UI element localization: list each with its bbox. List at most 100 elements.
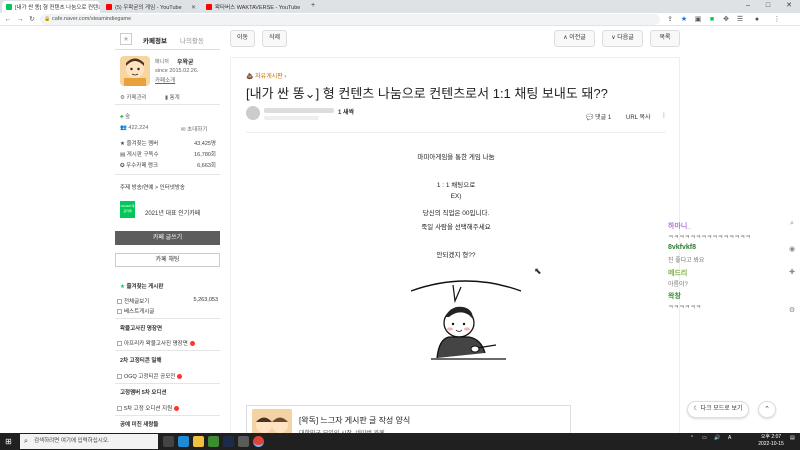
- maximize-button[interactable]: □: [758, 0, 778, 13]
- menu-best-posts[interactable]: 베스트게시글: [117, 307, 222, 315]
- comment-count: 댓글 1: [595, 115, 612, 121]
- taskbar-clock[interactable]: 오후 2:07 2022-10-15: [754, 434, 788, 448]
- sidebar-tabs: ★ 카페정보 나의활동: [115, 28, 220, 50]
- profile-avatar-icon[interactable]: ●: [752, 14, 762, 25]
- tab-cafe-article[interactable]: [내가 싼 똥] 형 컨텐츠 나눔으로 컨텐츠로서 ✕: [2, 1, 100, 13]
- favorite-star-icon[interactable]: ★: [120, 33, 132, 45]
- forward-icon[interactable]: →: [15, 14, 25, 25]
- reload-icon[interactable]: ↻: [27, 14, 37, 25]
- checkbox[interactable]: [117, 341, 122, 347]
- sidebar-settings-icon[interactable]: ⚙: [787, 306, 797, 314]
- menu-label: 베스트게시글: [124, 309, 155, 315]
- divider: [115, 350, 220, 351]
- new-tab-button[interactable]: +: [303, 0, 323, 13]
- cafe-intro-link[interactable]: 카페소개: [155, 76, 175, 84]
- cafe-chat-button[interactable]: 카페 채팅: [115, 253, 220, 267]
- file-explorer-icon[interactable]: [193, 436, 204, 447]
- taskbar-search-input[interactable]: ⌕ 검색하려면 여기에 입력하십시오.: [20, 434, 158, 449]
- list-button[interactable]: 목록: [650, 30, 680, 47]
- minimize-button[interactable]: –: [738, 0, 758, 13]
- tab-youtube-waktaverse[interactable]: 왁타버스 WAKTAVERSE - YouTube ✕: [202, 1, 300, 13]
- star-icon: ★: [120, 141, 125, 147]
- comment-count-link[interactable]: 💬 댓글 1: [586, 112, 611, 121]
- speaker-icon[interactable]: 🔊: [714, 435, 720, 441]
- menu-label: OGQ 고정티콘 공모전: [124, 374, 176, 380]
- app-icon[interactable]: [238, 436, 249, 447]
- stat-label: 우수카페 랭크: [126, 163, 159, 169]
- tab-youtube-game[interactable]: (5) 우왁굳의 게임 - YouTube ✕: [102, 1, 200, 13]
- dark-mode-button[interactable]: ☾ 다크 모드로 보기: [687, 401, 749, 418]
- character-illustration: [410, 280, 522, 360]
- sidebar-notification-icon[interactable]: ◉: [787, 245, 797, 253]
- menu-kebab-icon[interactable]: ⋮: [772, 14, 782, 25]
- invite-link[interactable]: ✉ 초대하기: [181, 125, 207, 133]
- ime-indicator[interactable]: A: [728, 435, 731, 441]
- prev-post-button[interactable]: ∧ 이전글: [554, 30, 595, 47]
- checkbox[interactable]: [117, 374, 122, 380]
- notification-icon[interactable]: ▤: [790, 435, 795, 441]
- bookmark-star-icon[interactable]: ★: [679, 14, 689, 25]
- share-icon[interactable]: ⇪: [665, 14, 675, 25]
- member-count[interactable]: 👥 422,224: [120, 125, 148, 131]
- menu-item[interactable]: 5차 고정 오디션 지원: [117, 404, 222, 412]
- new-badge-icon: [189, 341, 195, 347]
- back-icon[interactable]: ←: [3, 14, 13, 25]
- menu-group-heading: 2차 고정티콘 일해: [120, 358, 162, 364]
- address-bar[interactable]: 🔒 cafe.naver.com/steamindiegame: [40, 14, 660, 25]
- next-post-button[interactable]: ∨ 다음글: [602, 30, 643, 47]
- scroll-to-top-button[interactable]: ⌃: [758, 401, 776, 418]
- cafe-manage-label: 카페관리: [126, 95, 147, 101]
- author-name-blurred[interactable]: [264, 108, 334, 113]
- windows-start-icon[interactable]: ⊞: [5, 437, 12, 446]
- network-icon[interactable]: ▭: [702, 435, 707, 441]
- edge-browser-icon[interactable]: [178, 436, 189, 447]
- checkbox[interactable]: [117, 299, 122, 305]
- post-date-blurred: [264, 116, 319, 120]
- tab-cafe-info[interactable]: 카페정보: [143, 35, 167, 45]
- naver-representative-badge: NAVER 대표카페: [120, 201, 135, 218]
- author-avatar[interactable]: [246, 106, 260, 120]
- cafe-manage-link[interactable]: ⚙ 카페관리: [120, 93, 147, 101]
- task-view-icon[interactable]: [163, 436, 174, 447]
- steam-icon[interactable]: [223, 436, 234, 447]
- stats-link[interactable]: ▮ 통계: [165, 93, 180, 101]
- tray-up-arrow-icon[interactable]: ⌃: [690, 435, 694, 441]
- divider: [115, 318, 220, 319]
- write-post-button[interactable]: 카페 글쓰기: [115, 231, 220, 245]
- divider: [115, 415, 220, 416]
- chat-message: 아름이?: [668, 282, 688, 288]
- tab-my-activity[interactable]: 나의활동: [180, 35, 204, 45]
- more-options-icon[interactable]: ⋮: [661, 112, 667, 119]
- minecraft-icon[interactable]: [208, 436, 219, 447]
- checkbox[interactable]: [117, 309, 122, 315]
- extension-icon[interactable]: ▣: [693, 14, 703, 25]
- new-badge-icon: [177, 374, 183, 380]
- delete-button[interactable]: 삭제: [262, 30, 287, 47]
- body-line: 죽일 사람을 선택해주세요: [421, 224, 491, 231]
- naver-extension-icon[interactable]: ■: [707, 14, 717, 25]
- checkbox[interactable]: [117, 406, 122, 412]
- chrome-icon[interactable]: [253, 436, 264, 447]
- favorite-boards-heading[interactable]: ★ 즐겨찾는 게시판: [120, 282, 225, 290]
- windows-taskbar: ⊞ ⌕ 검색하려면 여기에 입력하십시오. ⌃ ▭ 🔊 A 오후 2:07 20…: [0, 433, 800, 450]
- menu-all-posts[interactable]: 전체글보기 5,263,053: [117, 297, 222, 305]
- cafe-sidebar: ★ 카페정보 나의활동 매니저 우왁굳 since 2015.02.26. 카페…: [115, 28, 220, 438]
- reading-list-icon[interactable]: ☰: [735, 14, 745, 25]
- url-copy-button[interactable]: URL 복사: [626, 112, 651, 121]
- article-title: [내가 싼 똥⌄] 형 컨텐츠 나눔으로 컨텐츠로서 1:1 채팅 보내도 돼?…: [246, 86, 608, 101]
- cafe-topics[interactable]: 주제 방송/연예 > 인터넷방송: [120, 183, 185, 191]
- move-button[interactable]: 이동: [230, 30, 255, 47]
- puzzle-extensions-icon[interactable]: ✥: [721, 14, 731, 25]
- sidebar-tools-icon[interactable]: ✚: [787, 268, 797, 276]
- moon-icon: ☾: [693, 406, 699, 412]
- board-link[interactable]: 💩 자유게시판 ›: [246, 71, 286, 80]
- stat-row: ✪ 우수카페 랭크 6,663회: [120, 161, 220, 169]
- star-icon: ★: [120, 284, 125, 290]
- invite-label: 초대하기: [187, 127, 208, 133]
- menu-item[interactable]: OGQ 고정티콘 공모전: [117, 372, 222, 380]
- close-tab-icon[interactable]: ✕: [188, 4, 196, 11]
- menu-item[interactable]: 아프리카 왁물고사진 명장면: [117, 339, 222, 347]
- sidebar-search-icon[interactable]: ⌕: [787, 220, 797, 228]
- close-window-button[interactable]: ✕: [779, 0, 799, 13]
- manager-name[interactable]: 우왁굳: [177, 57, 194, 66]
